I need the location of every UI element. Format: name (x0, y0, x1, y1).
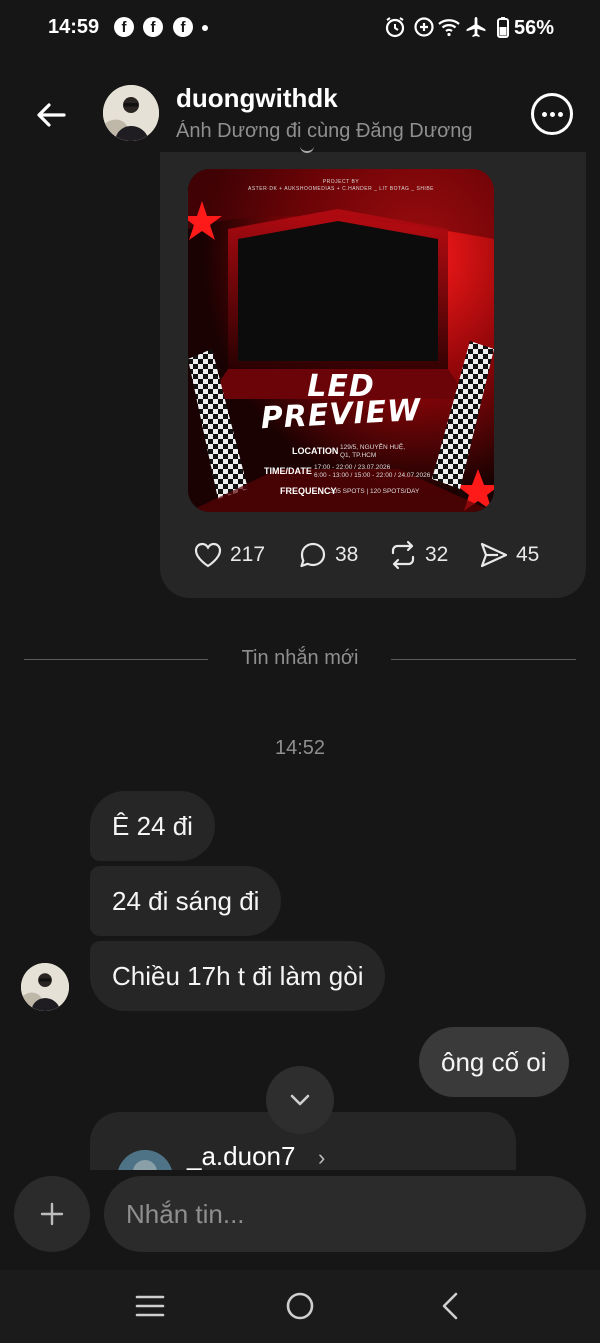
repost-icon (391, 540, 415, 570)
poster-credit-label: PROJECT BY (322, 179, 360, 185)
plus-icon (40, 1202, 64, 1226)
repost-count: 32 (425, 543, 449, 566)
wifi-icon (438, 19, 460, 37)
post-image[interactable]: PROJECT BY ASTER·DK + AUKSHOOMEDIAS + C.… (188, 169, 494, 512)
repost-stat[interactable]: 32 (387, 538, 448, 572)
facebook-icon: f (173, 17, 193, 37)
poster-location-value-2: Q1, TP.HCM (340, 452, 377, 459)
more-notifications-dot (202, 25, 208, 31)
message-bubble[interactable]: 24 đi sáng đi (90, 866, 282, 936)
add-attachment-button[interactable] (14, 1176, 90, 1252)
chevron-right-icon: › (318, 1145, 326, 1170)
poster-credits: ASTER·DK + AUKSHOOMEDIAS + C.HANDER _ LI… (248, 186, 434, 192)
facebook-icon: f (114, 17, 134, 37)
message-timestamp: 14:52 (274, 737, 326, 759)
battery-icon (497, 17, 509, 38)
status-time: 14:59 (48, 16, 100, 38)
chevron-down-icon (290, 1094, 310, 1106)
poster-time-label: TIME/DATE (264, 466, 312, 476)
shared-profile-username[interactable]: _a.duon7 (187, 1141, 295, 1172)
alarm-icon (385, 17, 405, 38)
battery-percentage: 56% (514, 17, 555, 39)
comment-icon (300, 542, 326, 568)
comment-count: 38 (335, 543, 359, 566)
like-count: 217 (230, 543, 266, 566)
share-count: 45 (516, 543, 540, 566)
send-icon (480, 542, 508, 568)
back-icon[interactable] (436, 1290, 464, 1322)
contact-avatar[interactable] (103, 85, 159, 141)
facebook-icon: f (143, 17, 163, 37)
sender-avatar[interactable] (21, 963, 69, 1011)
my-message-bubble[interactable]: ông cố oi (419, 1027, 569, 1097)
poster-frequency-value: 305 SPOTS | 120 SPOTS/DAY (330, 488, 420, 495)
home-icon[interactable] (284, 1290, 316, 1322)
comment-stat[interactable]: 38 (297, 538, 358, 572)
poster-location-label: LOCATION (292, 446, 339, 456)
more-options-button[interactable] (531, 93, 573, 135)
scroll-to-bottom-button[interactable] (266, 1066, 334, 1134)
poster-frequency-label: FREQUENCY (280, 486, 337, 496)
like-stat[interactable]: 217 (192, 538, 265, 572)
message-bubble[interactable]: Ê 24 đi (90, 791, 215, 861)
poster-time-value-2: 6:00 - 13:00 / 15:00 - 22:00 / 24.07.202… (314, 472, 431, 479)
status-bar: 14:59 f f f 56% (0, 0, 600, 58)
recent-apps-icon[interactable] (134, 1292, 166, 1320)
system-navigation-bar (0, 1270, 600, 1343)
data-saver-icon (414, 17, 434, 37)
message-bubble[interactable]: Chiều 17h t đi làm gòi (90, 941, 386, 1011)
heart-icon (194, 542, 222, 568)
share-stat[interactable]: 45 (478, 538, 539, 572)
contact-subtitle: Ánh Dương đi cùng Đăng Dương (176, 120, 473, 142)
message-input[interactable] (104, 1176, 586, 1252)
airplane-icon (466, 17, 486, 37)
back-arrow-icon[interactable] (28, 92, 74, 138)
divider-right (391, 659, 576, 660)
contact-name[interactable]: duongwithdk (176, 83, 338, 114)
